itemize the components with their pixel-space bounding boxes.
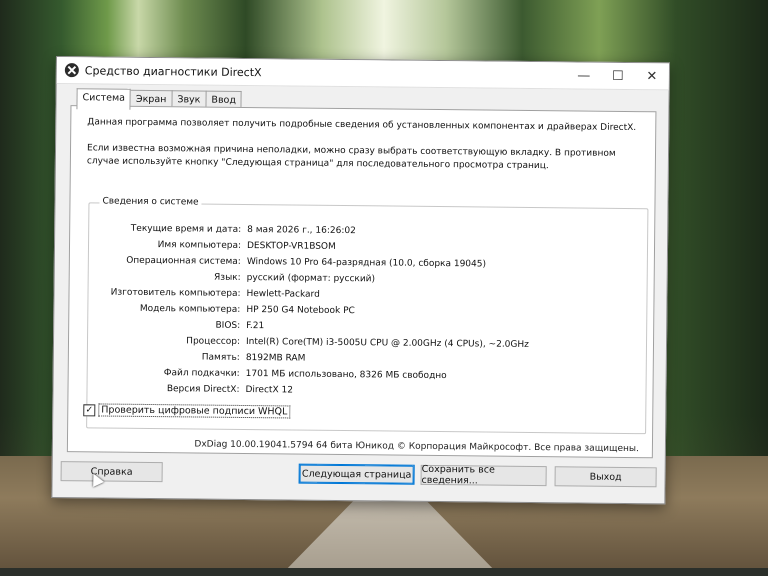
directx-diagnostic-window: Средство диагностики DirectX — ☐ ✕ Систе…: [51, 56, 670, 505]
info-label: Версия DirectX:: [166, 384, 240, 395]
tab-system[interactable]: Система: [76, 88, 132, 110]
info-label: Модель компьютера:: [139, 303, 241, 315]
info-label: Файл подкачки:: [163, 368, 240, 379]
minimize-button[interactable]: —: [567, 62, 601, 88]
info-label: Имя компьютера:: [157, 240, 242, 251]
intro-hint-text: Если известна возможная причина неполадк…: [86, 143, 616, 172]
help-button[interactable]: Справка: [60, 461, 163, 483]
info-label: Память:: [201, 352, 240, 363]
info-label: BIOS:: [215, 320, 241, 331]
minimize-icon: —: [577, 67, 591, 84]
next-page-button-label: Следующая страница: [301, 468, 412, 481]
maximize-icon: ☐: [611, 68, 624, 84]
info-label: Процессор:: [186, 336, 241, 347]
whql-check-label[interactable]: Проверить цифровые подписи WHQL: [98, 403, 291, 419]
exit-button-label: Выход: [589, 471, 622, 483]
maximize-button[interactable]: ☐: [601, 63, 635, 89]
whql-check[interactable]: ✓ Проверить цифровые подписи WHQL: [83, 403, 291, 419]
intro-text: Данная программа позволяет получить подр…: [87, 117, 637, 134]
close-button[interactable]: ✕: [635, 63, 669, 89]
title-bar[interactable]: Средство диагностики DirectX — ☐ ✕: [56, 57, 669, 91]
info-label: Текущие время и дата:: [130, 223, 242, 235]
checkmark-icon: ✓: [85, 404, 94, 415]
exit-button[interactable]: Выход: [554, 466, 657, 488]
next-page-button[interactable]: Следующая страница: [298, 463, 415, 485]
info-label: Операционная система:: [126, 255, 241, 267]
info-label: Изготовитель компьютера:: [110, 287, 241, 299]
checkbox[interactable]: ✓: [83, 403, 96, 416]
window-title: Средство диагностики DirectX: [84, 63, 262, 79]
group-label: Сведения о системе: [99, 196, 202, 208]
save-all-button-label: Сохранить все сведения...: [421, 463, 495, 487]
system-info-group: Сведения о системе Текущие время и дата:…: [86, 196, 649, 435]
taskbar: [0, 568, 768, 576]
save-all-button[interactable]: Сохранить все сведения...: [420, 463, 547, 487]
directx-app-icon: [64, 63, 79, 78]
info-value: DirectX 12: [245, 385, 294, 396]
close-icon: ✕: [646, 68, 658, 84]
info-label: Язык:: [214, 272, 241, 283]
